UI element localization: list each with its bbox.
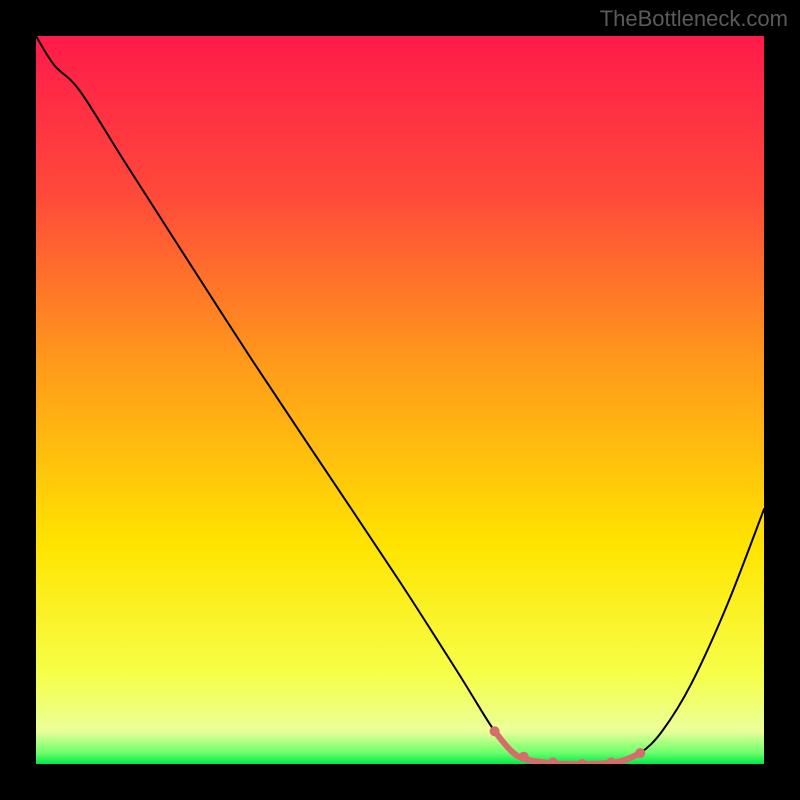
highlight-dot bbox=[519, 752, 529, 762]
chart-container bbox=[36, 36, 764, 764]
gradient-background bbox=[36, 36, 764, 764]
highlight-dot bbox=[490, 726, 500, 736]
highlight-dot bbox=[635, 748, 645, 758]
chart-svg bbox=[36, 36, 764, 764]
watermark-text: TheBottleneck.com bbox=[600, 6, 788, 32]
